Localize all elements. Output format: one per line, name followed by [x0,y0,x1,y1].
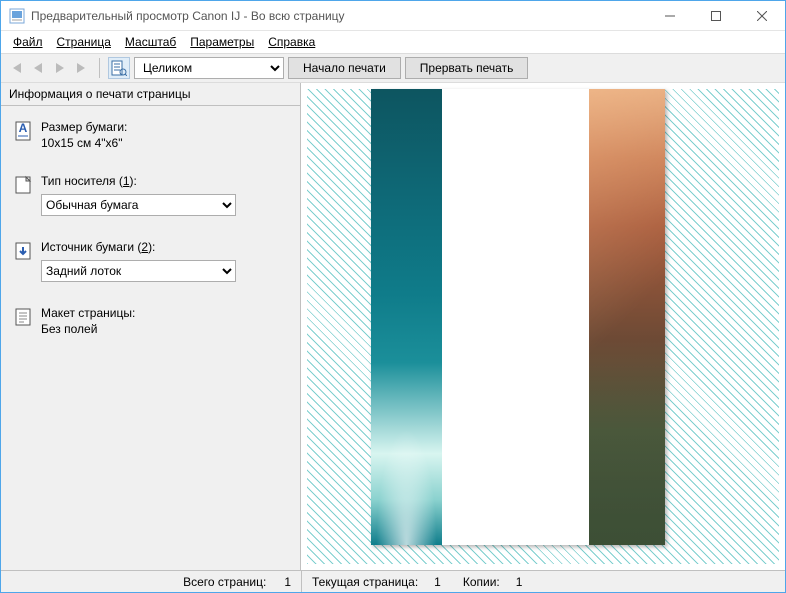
paper-source-block: Источник бумаги (2): Задний лоток [13,240,288,282]
media-type-select[interactable]: Обычная бумага [41,194,236,216]
svg-text:A: A [19,121,28,135]
paper-size-value: 10x15 см 4"x6" [41,136,288,150]
minimize-button[interactable] [647,1,693,30]
start-print-button[interactable]: Начало печати [288,57,401,79]
zoom-select[interactable]: Целиком [134,57,284,79]
cancel-print-button[interactable]: Прервать печать [405,57,529,79]
maximize-button[interactable] [693,1,739,30]
media-type-icon [13,174,33,196]
menu-zoom[interactable]: Масштаб [119,33,182,51]
sidebar: Информация о печати страницы A Размер бу… [1,83,301,570]
statusbar: Всего страниц: 1 Текущая страница: 1 Коп… [1,570,785,592]
menu-file[interactable]: Файл [7,33,49,51]
paper-size-block: A Размер бумаги: 10x15 см 4"x6" [13,120,288,150]
first-page-button[interactable] [7,58,25,78]
window-controls [647,1,785,30]
prev-page-button[interactable] [29,58,47,78]
paper-source-select[interactable]: Задний лоток [41,260,236,282]
layout-block: Макет страницы: Без полей [13,306,288,336]
paper-source-label: Источник бумаги (2): [41,240,288,254]
titlebar: Предварительный просмотр Canon IJ - Во в… [1,1,785,31]
sidebar-content: A Размер бумаги: 10x15 см 4"x6" [1,106,300,570]
close-button[interactable] [739,1,785,30]
media-type-block: Тип носителя (1): Обычная бумага [13,174,288,216]
toolbar: Целиком Начало печати Прервать печать [1,53,785,83]
status-total-pages: Всего страниц: 1 [1,571,302,592]
sidebar-header: Информация о печати страницы [1,83,300,106]
menu-page[interactable]: Страница [51,33,117,51]
menubar: Файл Страница Масштаб Параметры Справка [1,31,785,53]
toolbar-separator [99,58,100,78]
app-window: Предварительный просмотр Canon IJ - Во в… [0,0,786,593]
client-area: Информация о печати страницы A Размер бу… [1,83,785,570]
preview-page[interactable] [371,89,665,545]
app-icon [9,8,25,24]
media-type-label: Тип носителя (1): [41,174,288,188]
layout-label: Макет страницы: [41,306,288,320]
status-current-page: Текущая страница: 1 Копии: 1 [302,571,785,592]
layout-icon [13,306,33,328]
layout-value: Без полей [41,322,288,336]
paper-size-icon: A [13,120,33,142]
preview-area [301,83,785,570]
paper-size-label: Размер бумаги: [41,120,288,134]
last-page-button[interactable] [73,58,91,78]
menu-options[interactable]: Параметры [184,33,260,51]
window-title: Предварительный просмотр Canon IJ - Во в… [31,9,647,23]
menu-help[interactable]: Справка [262,33,321,51]
paper-source-icon [13,240,33,262]
preview-image [371,89,665,545]
next-page-button[interactable] [51,58,69,78]
info-toggle-button[interactable] [108,57,130,79]
